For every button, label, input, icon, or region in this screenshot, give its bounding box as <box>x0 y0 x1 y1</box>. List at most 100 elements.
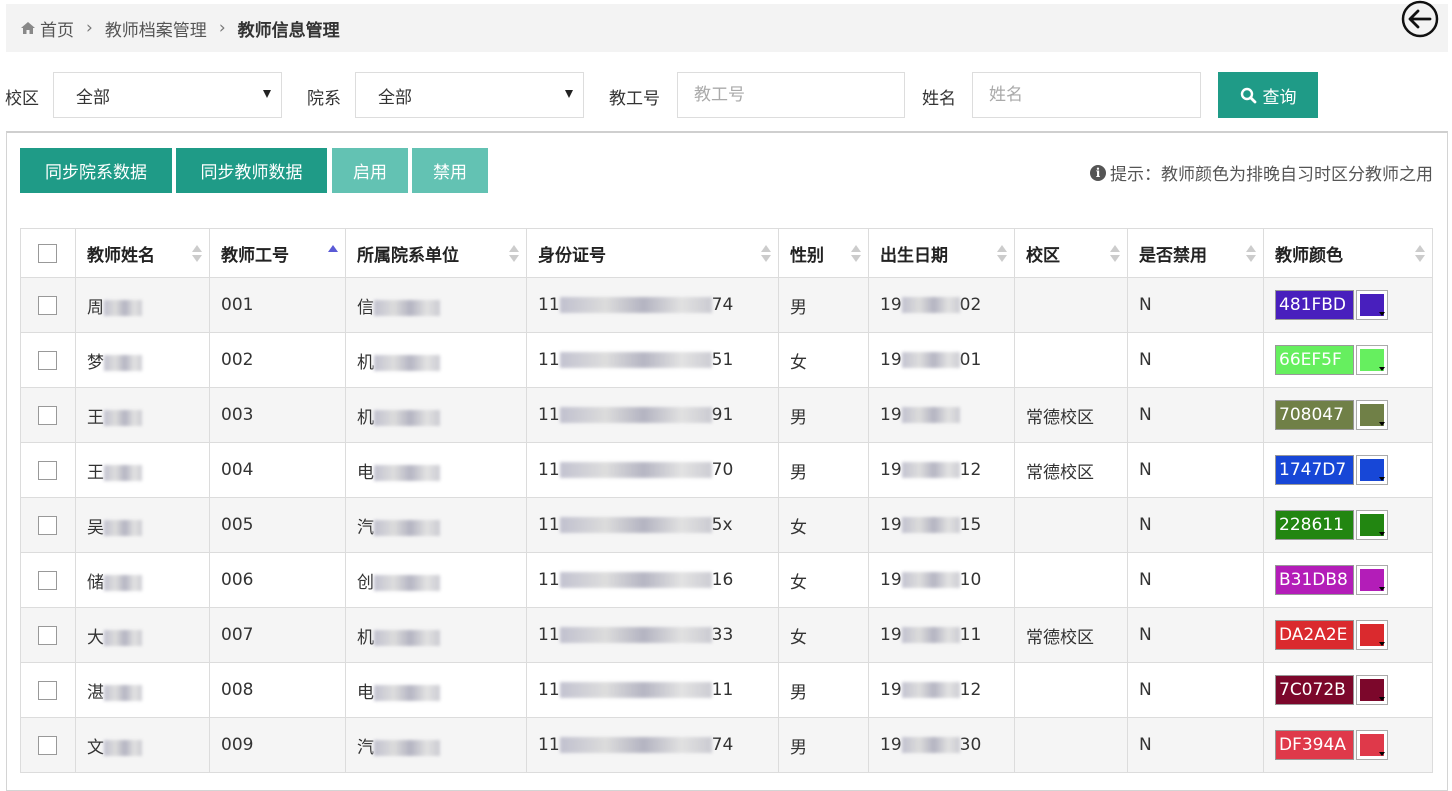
enable-button[interactable]: 启用 <box>332 148 408 193</box>
cell-campus: 常德校区 <box>1014 442 1128 498</box>
color-picker-button[interactable] <box>1356 730 1388 760</box>
row-checkbox[interactable] <box>38 625 57 645</box>
cell-id: 001 <box>209 277 346 333</box>
table-row[interactable]: 王 004 电 11 70 男 19 12 常德校区 N 1747D7 <box>20 442 1433 498</box>
cell-disabled: N <box>1127 442 1264 498</box>
caret-down-icon <box>1379 532 1385 536</box>
caret-down-icon <box>1379 752 1385 756</box>
disable-button[interactable]: 禁用 <box>412 148 488 193</box>
sort-icon[interactable] <box>192 245 202 263</box>
color-picker-button[interactable] <box>1356 345 1388 375</box>
table-row[interactable]: 梦 002 机 11 51 女 19 01 N 66EF5F <box>20 332 1433 388</box>
cell-dept: 机 <box>345 332 527 388</box>
color-picker-button[interactable] <box>1356 455 1388 485</box>
dept-select[interactable]: 全部 <box>355 72 584 118</box>
color-code-input[interactable]: 708047 <box>1275 400 1354 430</box>
row-checkbox[interactable] <box>38 460 57 480</box>
table-row[interactable]: 大 007 机 11 33 女 19 11 常德校区 N DA2A2E <box>20 607 1433 663</box>
table-row[interactable]: 储 006 创 11 16 女 19 10 N B31DB8 <box>20 552 1433 608</box>
color-picker-button[interactable] <box>1356 290 1388 320</box>
chevron-right-icon: › <box>218 18 226 38</box>
cell-gender: 女 <box>778 607 869 663</box>
color-code-input[interactable]: DF394A <box>1275 730 1354 760</box>
column-header-birth[interactable]: 出生日期 <box>868 228 1015 278</box>
table-row[interactable]: 王 003 机 11 91 男 19 常德校区 N 708047 <box>20 387 1433 443</box>
sort-icon[interactable] <box>509 245 519 263</box>
caret-down-icon <box>565 90 573 98</box>
color-picker-button[interactable] <box>1356 565 1388 595</box>
row-checkbox[interactable] <box>38 680 57 700</box>
cell-campus <box>1014 277 1128 333</box>
column-header-idcard[interactable]: 身份证号 <box>526 228 779 278</box>
select-all-checkbox[interactable] <box>38 243 57 263</box>
row-checkbox[interactable] <box>38 735 57 755</box>
campus-label: 校区 <box>5 89 39 109</box>
sort-icon[interactable] <box>997 245 1007 263</box>
breadcrumb-home[interactable]: 首页 <box>40 16 74 41</box>
cell-color: 66EF5F <box>1263 332 1433 388</box>
cell-birth: 19 10 <box>868 552 1015 608</box>
column-header-campus[interactable]: 校区 <box>1014 228 1128 278</box>
dept-label: 院系 <box>307 89 341 109</box>
column-header-color[interactable]: 教师颜色 <box>1263 228 1433 278</box>
cell-dept: 电 <box>345 662 527 718</box>
row-checkbox[interactable] <box>38 405 57 425</box>
cell-campus <box>1014 332 1128 388</box>
column-header-gender[interactable]: 性别 <box>778 228 869 278</box>
column-header-disabled[interactable]: 是否禁用 <box>1127 228 1264 278</box>
row-checkbox[interactable] <box>38 515 57 535</box>
sort-icon[interactable] <box>1110 245 1120 263</box>
row-checkbox[interactable] <box>38 350 57 370</box>
color-code-input[interactable]: B31DB8 <box>1275 565 1354 595</box>
cell-name: 梦 <box>75 332 210 388</box>
breadcrumb-section[interactable]: 教师档案管理 <box>105 16 207 41</box>
color-code-input[interactable]: 66EF5F <box>1275 345 1354 375</box>
row-select-cell <box>20 277 76 333</box>
cell-color: DF394A <box>1263 717 1433 773</box>
color-code-input[interactable]: 1747D7 <box>1275 455 1354 485</box>
row-checkbox[interactable] <box>38 570 57 590</box>
table-row[interactable]: 周 001 信 11 74 男 19 02 N 481FBD <box>20 277 1433 333</box>
color-picker-button[interactable] <box>1356 620 1388 650</box>
color-code-input[interactable]: 481FBD <box>1275 290 1354 320</box>
table-row[interactable]: 吴 005 汽 11 5x 女 19 15 N 228611 <box>20 497 1433 553</box>
sort-icon[interactable] <box>1246 245 1256 263</box>
sort-icon[interactable] <box>851 245 861 263</box>
search-button[interactable]: 查询 <box>1218 72 1318 118</box>
column-header-id[interactable]: 教师工号 <box>209 228 346 278</box>
table-row[interactable]: 文 009 汽 11 74 男 19 30 N DF394A <box>20 717 1433 773</box>
teacher-id-input[interactable] <box>677 72 905 118</box>
cell-birth: 19 01 <box>868 332 1015 388</box>
column-header-name[interactable]: 教师姓名 <box>75 228 210 278</box>
row-select-cell <box>20 387 76 443</box>
cell-name: 王 <box>75 442 210 498</box>
color-picker-button[interactable] <box>1356 675 1388 705</box>
sync-dept-button[interactable]: 同步院系数据 <box>20 148 172 193</box>
color-code-input[interactable]: 7C072B <box>1275 675 1354 705</box>
campus-select[interactable]: 全部 <box>53 72 282 118</box>
cell-idcard: 11 33 <box>526 607 779 663</box>
column-header-dept[interactable]: 所属院系单位 <box>345 228 527 278</box>
color-code-input[interactable]: DA2A2E <box>1275 620 1354 650</box>
sort-icon[interactable] <box>1415 245 1425 263</box>
cell-gender: 女 <box>778 497 869 553</box>
color-picker-button[interactable] <box>1356 400 1388 430</box>
cell-color: 7C072B <box>1263 662 1433 718</box>
color-picker-button[interactable] <box>1356 510 1388 540</box>
home-icon[interactable] <box>20 20 36 36</box>
search-icon <box>1240 87 1256 103</box>
cell-id: 004 <box>209 442 346 498</box>
color-code-input[interactable]: 228611 <box>1275 510 1354 540</box>
sync-teacher-button[interactable]: 同步教师数据 <box>176 148 327 193</box>
sort-asc-icon[interactable] <box>328 245 338 263</box>
cell-disabled: N <box>1127 717 1264 773</box>
table-row[interactable]: 湛 008 电 11 11 男 19 12 N 7C072B <box>20 662 1433 718</box>
row-select-cell <box>20 442 76 498</box>
name-input[interactable] <box>972 72 1201 118</box>
cell-dept: 信 <box>345 277 527 333</box>
cell-idcard: 11 16 <box>526 552 779 608</box>
row-checkbox[interactable] <box>38 295 57 315</box>
back-arrow-icon[interactable] <box>1400 0 1440 38</box>
sort-icon[interactable] <box>761 245 771 263</box>
cell-disabled: N <box>1127 332 1264 388</box>
